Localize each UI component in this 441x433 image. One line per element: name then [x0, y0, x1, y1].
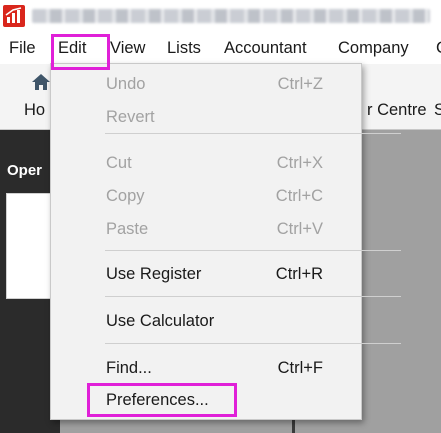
menu-item-use-register[interactable]: Use Register: [106, 263, 201, 287]
edit-menu-highlight: [51, 34, 110, 70]
menu-item-paste[interactable]: Paste: [106, 218, 148, 242]
edit-menu-dropdown: Undo Ctrl+Z Revert Cut Ctrl+X Copy Ctrl+…: [50, 63, 401, 420]
preferences-highlight: [87, 383, 237, 417]
toolbar-next-label[interactable]: S: [434, 101, 441, 121]
shortcut-undo: Ctrl+Z: [277, 75, 323, 93]
home-icon[interactable]: [30, 71, 52, 93]
menu-item-undo[interactable]: Undo: [106, 73, 145, 97]
shortcut-use-register: Ctrl+R: [275, 265, 323, 283]
shortcut-paste: Ctrl+V: [276, 220, 323, 238]
menu-item-find[interactable]: Find...: [106, 357, 152, 381]
menu-lists[interactable]: Lists: [167, 38, 201, 60]
menu-separator: [105, 343, 401, 344]
menu-item-use-calculator[interactable]: Use Calculator: [106, 310, 214, 334]
side-panel-title: Oper: [7, 162, 43, 179]
menu-next-truncated[interactable]: C: [436, 38, 441, 60]
toolbar-centre-label[interactable]: r Centre: [367, 101, 427, 121]
app-logo-icon[interactable]: [3, 5, 25, 27]
panel-divider[interactable]: [292, 418, 295, 433]
toolbar-home-label[interactable]: Ho: [24, 101, 45, 121]
shortcut-find: Ctrl+F: [277, 359, 323, 377]
menu-accountant[interactable]: Accountant: [224, 38, 307, 60]
menu-view[interactable]: View: [110, 38, 145, 60]
menu-file[interactable]: File: [9, 38, 36, 60]
menu-item-revert[interactable]: Revert: [106, 106, 155, 130]
menu-item-copy[interactable]: Copy: [106, 185, 145, 209]
menu-separator: [105, 250, 401, 251]
shortcut-copy: Ctrl+C: [275, 187, 323, 205]
menu-company[interactable]: Company: [338, 38, 409, 60]
window-title: [32, 8, 432, 24]
title-bar: [0, 0, 441, 32]
shortcut-cut: Ctrl+X: [276, 154, 323, 172]
menu-separator: [105, 296, 401, 297]
menu-item-cut[interactable]: Cut: [106, 152, 132, 176]
menu-separator: [105, 133, 401, 134]
